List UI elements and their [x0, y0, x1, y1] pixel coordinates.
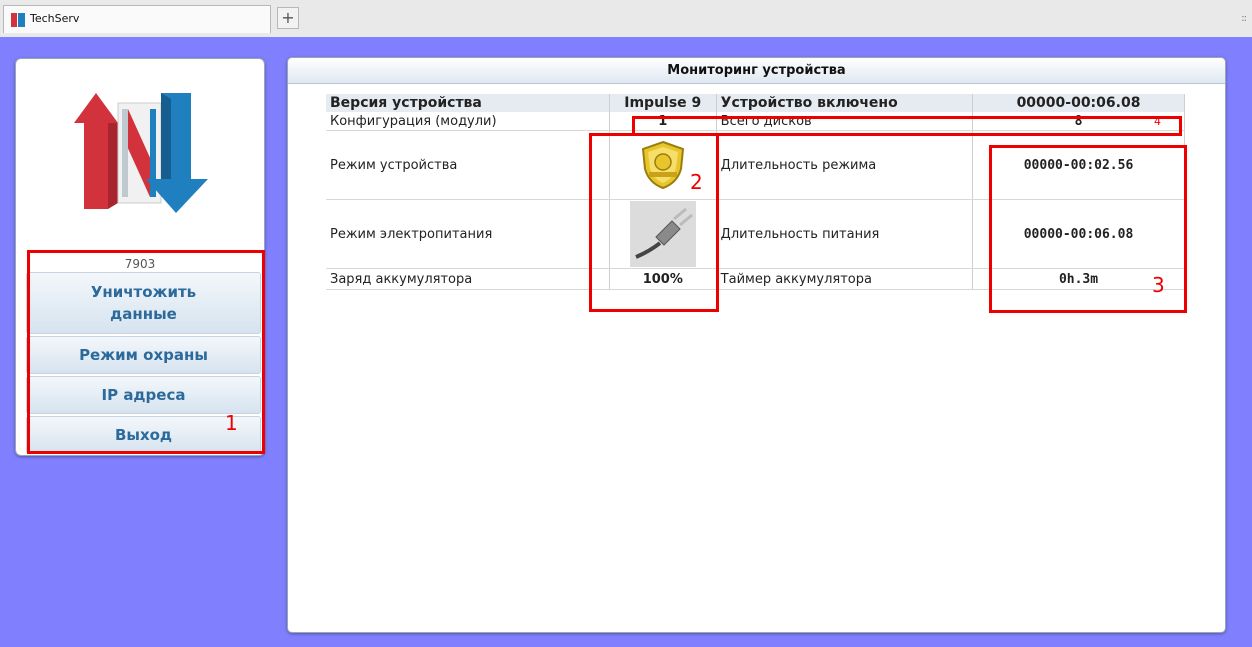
browser-tab-strip: TechServ + :: — [0, 0, 1252, 37]
techserv-logo-icon — [74, 93, 208, 213]
device-on-label: Устройство включено — [716, 94, 974, 112]
power-mode-label: Режим электропитания — [326, 199, 610, 269]
techserv-favicon-icon — [11, 13, 25, 27]
device-on-value: 00000-00:06.08 — [972, 94, 1185, 112]
annotation-number-2: 2 — [690, 170, 703, 194]
configuration-label: Конфигурация (модули) — [326, 112, 610, 131]
device-version-value: Impulse 9 — [609, 94, 717, 112]
menu-grip-icon[interactable]: :: — [1241, 13, 1247, 24]
annotation-box-4 — [632, 116, 1182, 136]
monitoring-panel: Мониторинг устройства Версия устройства … — [287, 57, 1226, 633]
panel-title: Мониторинг устройства — [288, 58, 1225, 84]
annotation-number-3: 3 — [1152, 273, 1165, 297]
device-mode-label: Режим устройства — [326, 130, 610, 200]
battery-timer-label: Таймер аккумулятора — [716, 268, 974, 290]
annotation-number-4: 4 — [1154, 115, 1161, 128]
power-duration-label: Длительность питания — [716, 199, 974, 269]
new-tab-button[interactable]: + — [277, 7, 299, 29]
table-row: Версия устройства Impulse 9 Устройство в… — [326, 94, 1185, 112]
annotation-box-2 — [589, 133, 719, 312]
browser-tab[interactable]: TechServ — [3, 5, 271, 33]
browser-tab-title: TechServ — [30, 12, 80, 25]
mode-duration-label: Длительность режима — [716, 130, 974, 200]
battery-charge-label: Заряд аккумулятора — [326, 268, 610, 290]
page-viewport: 7903 Уничтожить данные Режим охраны IP а… — [0, 37, 1252, 647]
annotation-number-1: 1 — [225, 411, 238, 435]
device-version-label: Версия устройства — [326, 94, 610, 112]
